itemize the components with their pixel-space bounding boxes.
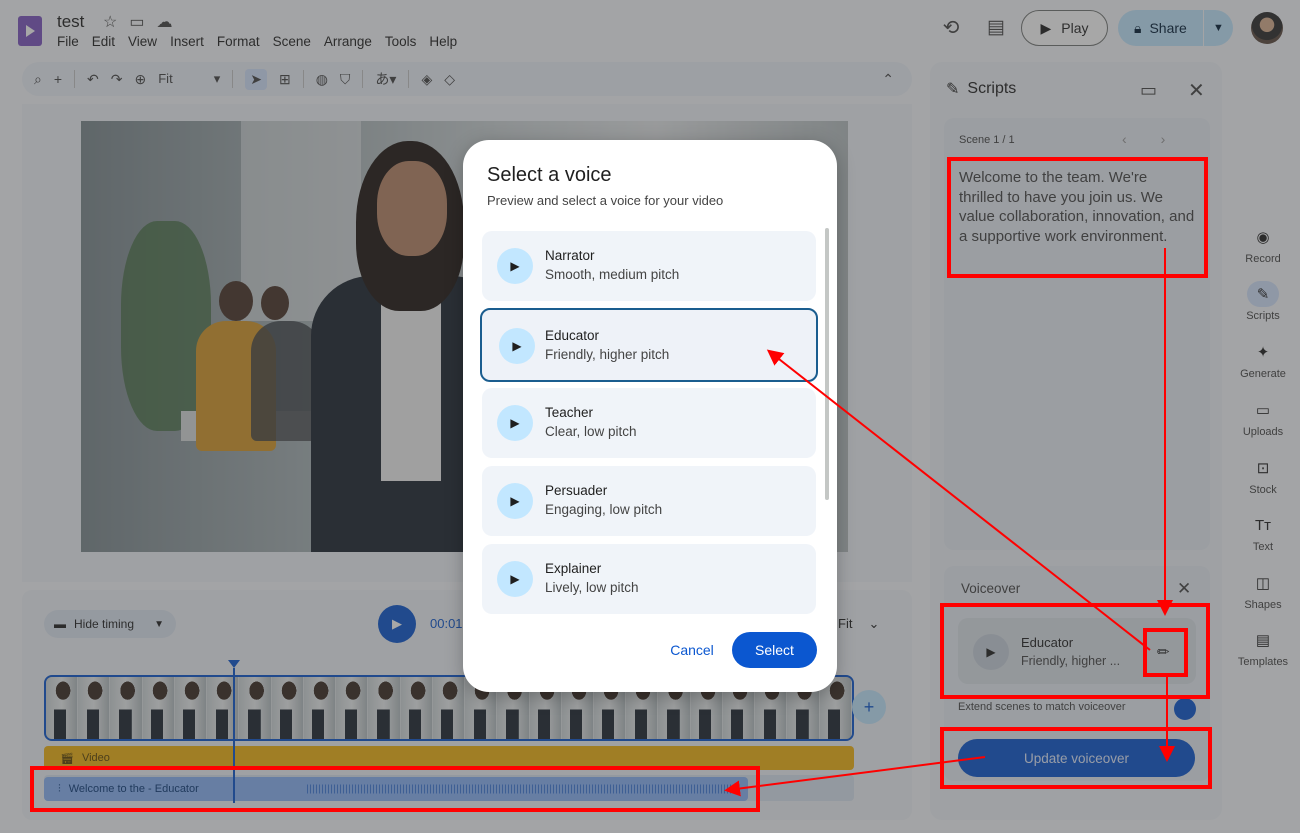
annotation-arrows <box>724 248 1175 797</box>
arrow-update-to-track <box>724 756 986 797</box>
arrow-edit-to-dialog <box>766 349 1151 651</box>
